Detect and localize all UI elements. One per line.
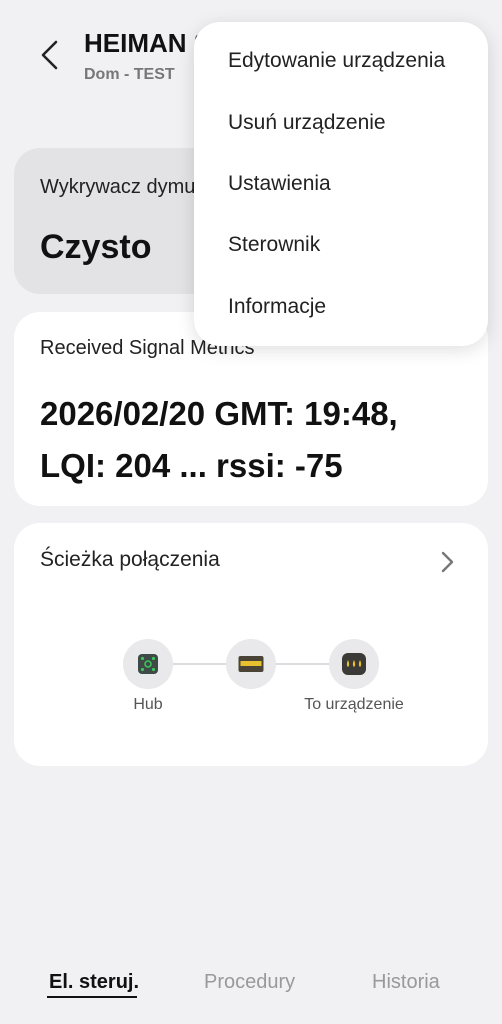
router-icon: [238, 656, 264, 672]
signal-metrics-value: 2026/02/20 GMT: 19:48, LQI: 204 ... rssi…: [40, 395, 398, 484]
connection-line: [173, 663, 228, 665]
menu-item-information[interactable]: Informacje: [228, 295, 326, 319]
connection-path-card[interactable]: Ścieżka połączenia Hub To urządzenie: [14, 523, 488, 766]
hub-node-label: Hub: [133, 696, 163, 713]
connection-path-title: Ścieżka połączenia: [40, 548, 220, 571]
connection-line: [276, 663, 331, 665]
hub-node: [123, 639, 173, 689]
device-node: [329, 639, 379, 689]
location-subtitle: Dom - TEST: [84, 66, 175, 83]
status-value: Czysto: [40, 228, 152, 266]
status-label: Wykrywacz dymu: [40, 176, 196, 198]
router-node: [226, 639, 276, 689]
chevron-right-icon: [441, 551, 454, 573]
menu-item-driver[interactable]: Sterownik: [228, 233, 320, 257]
menu-item-remove-device[interactable]: Usuń urządzenie: [228, 111, 386, 135]
device-node-label: To urządzenie: [304, 696, 404, 713]
menu-item-edit-device[interactable]: Edytowanie urządzenia: [228, 49, 445, 73]
hub-icon: [138, 654, 158, 674]
overflow-menu: Edytowanie urządzenia Usuń urządzenie Us…: [194, 22, 488, 346]
menu-item-settings[interactable]: Ustawienia: [228, 172, 331, 196]
back-button[interactable]: [30, 30, 70, 80]
tab-history[interactable]: Historia: [372, 971, 440, 994]
back-arrow-icon: [41, 40, 58, 70]
tab-routines[interactable]: Procedury: [204, 971, 295, 994]
device-icon: [342, 653, 366, 675]
active-tab-indicator: [47, 996, 137, 998]
tab-controls[interactable]: El. steruj.: [49, 971, 139, 994]
